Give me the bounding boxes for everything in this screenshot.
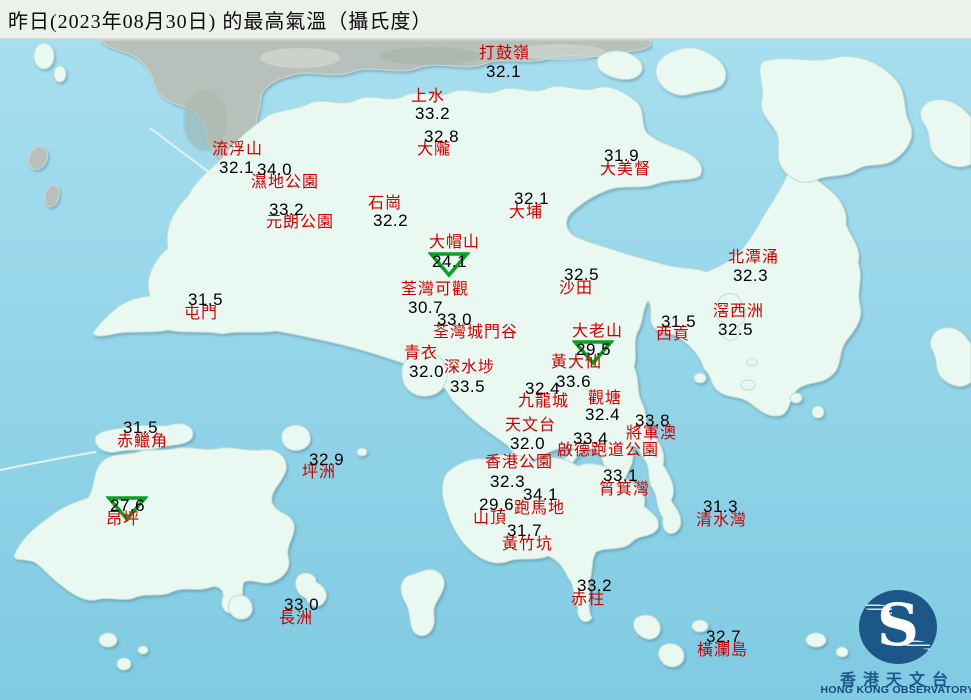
station-value: 32.1 — [486, 62, 522, 81]
station-value: 32.1 — [219, 158, 255, 177]
station-value: 34.1 — [523, 485, 559, 504]
station-label: 香港公園 — [485, 454, 554, 471]
station-value: 33.0 — [284, 595, 320, 614]
station-value: 32.0 — [510, 434, 546, 453]
station-label: 大帽山 — [429, 234, 481, 251]
station-label: 打鼓嶺 — [479, 45, 531, 62]
station-value: 32.4 — [525, 379, 561, 398]
station-label: 石崗 — [368, 195, 403, 212]
hko-logo: S 香港天文台 HONG KONG OBSERVATORY — [810, 586, 971, 700]
station-label: 天文台 — [505, 417, 557, 434]
station-value: 32.9 — [309, 450, 345, 469]
station-value: 32.5 — [718, 320, 754, 339]
station-value: 33.6 — [556, 372, 592, 391]
station-value: 32.4 — [585, 405, 621, 424]
station-value: 27.6 — [110, 496, 146, 515]
station-value: 32.1 — [514, 189, 550, 208]
station-value: 33.2 — [269, 200, 305, 219]
station-label: 荃灣可觀 — [401, 281, 470, 298]
station-value: 32.7 — [706, 627, 742, 646]
station-value: 32.0 — [409, 362, 445, 381]
station-value: 29.5 — [576, 340, 612, 359]
station-value: 31.5 — [188, 290, 224, 309]
station-value: 32.3 — [733, 266, 769, 285]
title-bar: 昨日(2023年08月30日) 的最高氣溫（攝氏度） — [0, 0, 971, 39]
station-value: 33.4 — [573, 429, 609, 448]
station-value: 32.5 — [564, 265, 600, 284]
station-value: 31.5 — [123, 418, 159, 437]
hko-max-temperature-map: 32.1 打鼓嶺 33.2 上水 32.8 大隴 32.1 流浮山 34.0 濕地公園 33.2 元朗… — [0, 0, 971, 700]
station-value: 33.2 — [415, 104, 451, 123]
station-label: 大老山 — [572, 323, 624, 340]
station-value: 33.2 — [577, 576, 613, 595]
station-value: 31.5 — [661, 312, 697, 331]
station-label: 深水埗 — [444, 359, 496, 376]
station-value: 33.1 — [603, 466, 639, 485]
station-value: 33.8 — [635, 411, 671, 430]
station-value: 32.8 — [424, 127, 460, 146]
station-label: 青衣 — [404, 345, 439, 362]
hko-logo-disc: S — [859, 590, 937, 664]
station-label: 上水 — [411, 88, 446, 105]
station-label: 滘西洲 — [713, 303, 765, 320]
station-label: 北潭涌 — [728, 249, 780, 266]
station-value: 32.3 — [490, 472, 526, 491]
station-value: 29.6 — [479, 495, 515, 514]
station-label: 流浮山 — [212, 141, 264, 158]
station-value: 24.1 — [432, 252, 468, 271]
station-value: 31.7 — [507, 521, 543, 540]
station-value: 32.2 — [373, 211, 409, 230]
hko-logo-name-en: HONG KONG OBSERVATORY — [820, 684, 971, 696]
station-value: 33.0 — [437, 310, 473, 329]
station-value: 33.5 — [450, 377, 486, 396]
station-value: 34.0 — [257, 160, 293, 179]
page-title: 昨日(2023年08月30日) 的最高氣溫（攝氏度） — [8, 10, 433, 33]
station-value: 31.3 — [703, 497, 739, 516]
station-value: 31.9 — [604, 146, 640, 165]
